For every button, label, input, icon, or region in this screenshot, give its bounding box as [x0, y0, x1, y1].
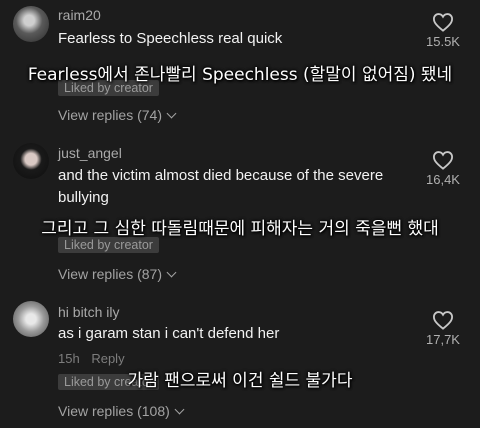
chevron-down-icon [174, 404, 185, 415]
comment-time: 15h [58, 351, 80, 366]
like-button[interactable]: 16,4K [416, 150, 470, 187]
like-count: 16,4K [426, 172, 460, 187]
comment-text: Fearless to Speechless real quick [58, 30, 283, 47]
comment-text: as i garam stan i can't defend her [58, 325, 280, 342]
comment-text: and the victim almost died because of th… [58, 167, 384, 206]
subtitle-caption: 그리고 그 심한 따돌림때문에 피해자는 거의 죽을뻔 했대 [41, 219, 439, 239]
view-replies-label: View replies (74) [58, 107, 163, 123]
avatar[interactable] [13, 6, 49, 42]
liked-by-creator-badge: Liked by creator [58, 237, 159, 253]
comment-username[interactable]: just_angel [58, 145, 122, 161]
view-replies-button[interactable]: View replies (108) [58, 403, 185, 419]
heart-outline-icon [432, 151, 454, 170]
subtitle-caption: 가람 팬으로써 이건 쉴드 불가다 [127, 371, 353, 391]
like-button[interactable]: 17,7K [416, 310, 470, 347]
heart-outline-icon [432, 311, 454, 330]
like-count: 15.5K [426, 34, 460, 49]
avatar[interactable] [13, 301, 49, 337]
view-replies-label: View replies (87) [58, 266, 163, 282]
subtitle-caption: Fearless에서 존나빨리 Speechless (할말이 없어짐) 됐네 [27, 65, 453, 85]
comment-username[interactable]: raim20 [58, 7, 101, 23]
avatar[interactable] [13, 143, 49, 179]
like-count: 17,7K [426, 332, 460, 347]
comment-meta: 15h Reply [58, 351, 125, 366]
view-replies-button[interactable]: View replies (74) [58, 107, 177, 123]
reply-button[interactable]: Reply [91, 351, 124, 366]
comment-username[interactable]: hi bitch ily [58, 304, 119, 320]
heart-outline-icon [432, 13, 454, 32]
chevron-down-icon [166, 108, 177, 119]
view-replies-label: View replies (108) [58, 403, 170, 419]
view-replies-button[interactable]: View replies (87) [58, 266, 177, 282]
like-button[interactable]: 15.5K [416, 12, 470, 49]
chevron-down-icon [166, 267, 177, 278]
